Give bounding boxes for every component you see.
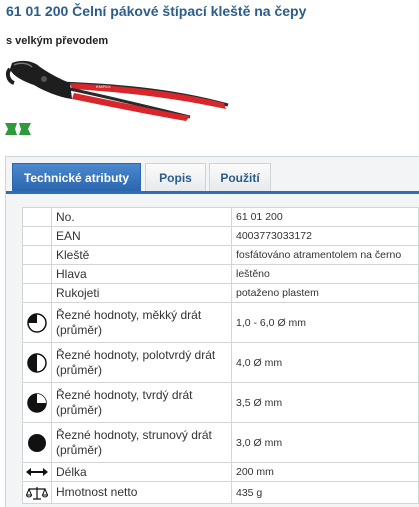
spec-label: Kleště [51,245,232,265]
table-row: Hmotnost netto 435 g [22,481,419,504]
spec-label: Hlava [51,264,232,284]
table-row: Řezné hodnoty, měkký drát (průměr) 1,0 -… [22,302,419,343]
svg-text:KNIPEX: KNIPEX [96,84,111,89]
tab-description[interactable]: Popis [145,163,206,191]
table-row: Délka 200 mm [22,462,419,482]
spec-value: 200 mm [231,462,419,482]
spec-value: 435 g [231,481,419,504]
table-row: No. 61 01 200 [22,207,419,227]
scale-icon [26,486,48,500]
spec-value: 3,0 Ø mm [231,422,419,463]
spec-value: 3,5 Ø mm [231,382,419,423]
spec-label: Délka [51,462,232,482]
table-row: Kleště fosfátováno atramentolem na černo [22,245,419,265]
length-arrow-icon [26,468,48,476]
table-row: Rukojeti potaženo plastem [22,283,419,303]
table-row: Hlava leštěno [22,264,419,284]
spec-value: 4,0 Ø mm [231,342,419,383]
spec-label: Řezné hodnoty, tvrdý drát (průměr) [51,382,232,423]
spec-label: Řezné hodnoty, polotvrdý drát (průměr) [51,342,232,383]
table-row: Řezné hodnoty, polotvrdý drát (průměr) 4… [22,342,419,383]
full-circle-icon [28,433,46,452]
product-subtitle: s velkým převodem [6,35,109,47]
quarter-circle-icon [27,312,47,333]
tab-bar: Technické atributy Popis Použití [6,163,419,194]
origin-badge-icon [5,123,31,135]
spec-value: leštěno [231,264,419,284]
tab-usage[interactable]: Použití [209,163,271,191]
table-row: Řezné hodnoty, strunový drát (průměr) 3,… [22,422,419,463]
spec-label: EAN [51,226,232,246]
product-title: 61 01 200 Čelní pákové štípací kleště na… [6,3,307,19]
spec-label: No. [51,207,232,227]
spec-label: Řezné hodnoty, strunový drát (průměr) [51,422,232,463]
spec-value: 61 01 200 [231,207,419,227]
table-row: Řezné hodnoty, tvrdý drát (průměr) 3,5 Ø… [22,382,419,423]
product-image: KNIPEX [5,60,229,121]
three-quarter-circle-icon [27,392,47,413]
spec-value: potaženo plastem [231,283,419,303]
spec-label: Řezné hodnoty, měkký drát (průměr) [51,302,232,343]
spec-label: Rukojeti [51,283,232,303]
spec-value: 1,0 - 6,0 Ø mm [231,302,419,343]
half-circle-icon [27,352,47,373]
spec-value: fosfátováno atramentolem na černo [231,245,419,265]
specs-table: No. 61 01 200 EAN 4003773033172 Kleště f… [22,207,419,504]
table-row: EAN 4003773033172 [22,226,419,246]
spec-label: Hmotnost netto [51,481,232,504]
spec-value: 4003773033172 [231,226,419,246]
tab-technical-attributes[interactable]: Technické atributy [12,163,141,191]
